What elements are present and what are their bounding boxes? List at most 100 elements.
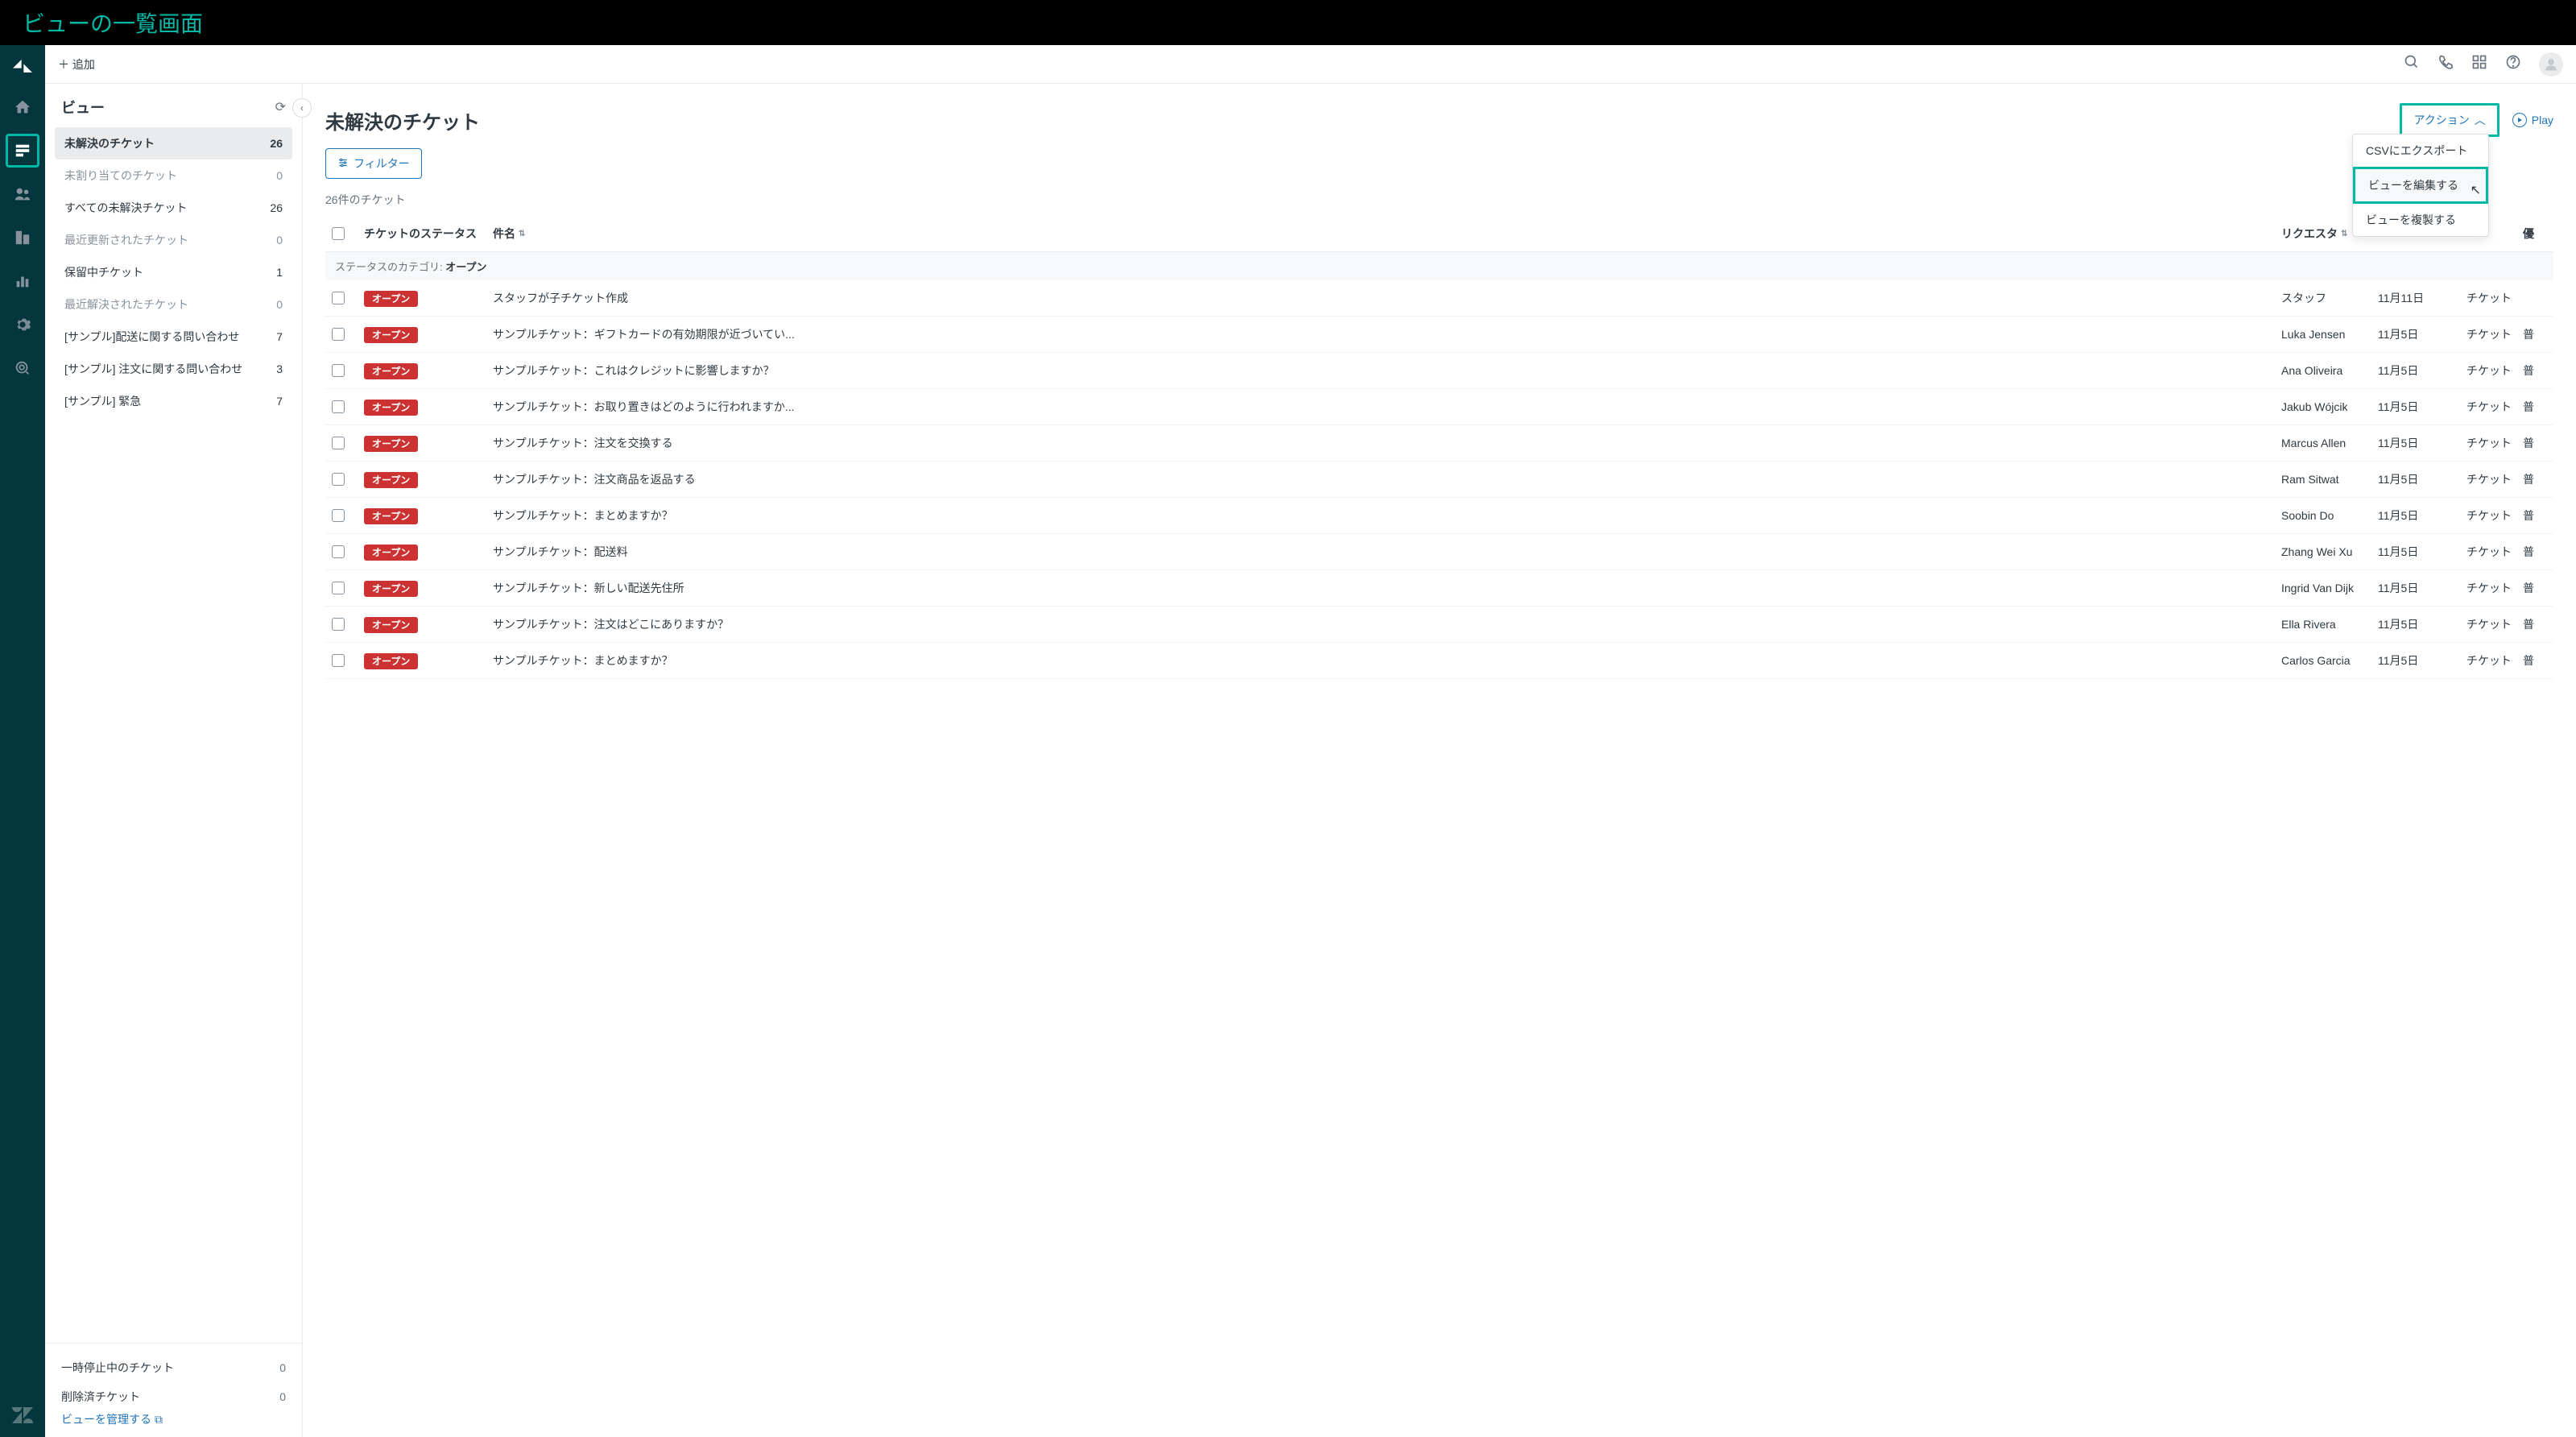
table-row[interactable]: オープンサンプルチケット：まとめますか？Soobin Do11月5日チケット普	[325, 498, 2553, 534]
tickets-actions: アクション ︿ Play CSVにエクスポート ビューを編集する ↖	[2400, 103, 2553, 137]
view-item-count: 1	[276, 266, 283, 279]
play-button[interactable]: Play	[2512, 113, 2553, 127]
th-checkbox[interactable]	[332, 227, 364, 240]
row-priority: 普	[2523, 580, 2547, 596]
phone-icon[interactable]	[2437, 54, 2454, 74]
sliders-icon	[337, 157, 349, 171]
action-button[interactable]: アクション ︿	[2400, 103, 2499, 137]
view-item-label: 未割り当てのチケット	[64, 168, 177, 184]
nav-customers[interactable]	[6, 177, 39, 211]
dropdown-clone[interactable]: ビューを複製する	[2353, 204, 2488, 236]
row-date: 11月5日	[2378, 507, 2466, 524]
table-body: オープンスタッフが子チケット作成スタッフ11月11日チケットオープンサンプルチケ…	[325, 280, 2553, 679]
row-checkbox[interactable]	[332, 400, 364, 413]
table-row[interactable]: オープンスタッフが子チケット作成スタッフ11月11日チケット	[325, 280, 2553, 317]
table-row[interactable]: オープンサンプルチケット：注文はどこにありますか？Ella Rivera11月5…	[325, 607, 2553, 643]
suspended-tickets[interactable]: 一時停止中のチケット 0	[61, 1353, 286, 1382]
row-checkbox[interactable]	[332, 437, 364, 449]
cursor-icon: ↖	[2471, 182, 2481, 198]
row-requester: Carlos Garcia	[2281, 654, 2378, 667]
row-requester: Zhang Wei Xu	[2281, 545, 2378, 558]
row-priority: 普	[2523, 544, 2547, 560]
row-subject: サンプルチケット：これはクレジットに影響しますか？	[493, 362, 2281, 379]
avatar[interactable]	[2539, 52, 2563, 77]
row-status: オープン	[364, 328, 493, 342]
deleted-count: 0	[279, 1390, 286, 1403]
row-checkbox[interactable]	[332, 582, 364, 594]
view-item[interactable]: 保留中チケット1	[55, 256, 292, 288]
th-subject[interactable]: 件名⇅	[493, 226, 2281, 242]
filter-button[interactable]: フィルター	[325, 148, 422, 179]
table-row[interactable]: オープンサンプルチケット：新しい配送先住所Ingrid Van Dijk11月5…	[325, 570, 2553, 607]
row-subject: スタッフが子チケット作成	[493, 290, 2281, 306]
row-checkbox[interactable]	[332, 328, 364, 341]
refresh-icon[interactable]: ⟳	[275, 99, 286, 115]
row-checkbox[interactable]	[332, 654, 364, 667]
search-icon[interactable]	[2404, 54, 2420, 74]
nav-organizations[interactable]	[6, 221, 39, 255]
chevron-up-icon: ︿	[2475, 112, 2486, 128]
view-item[interactable]: 最近解決されたチケット0	[55, 288, 292, 321]
row-subject: サンプルチケット：配送料	[493, 544, 2281, 560]
view-item-count: 0	[276, 234, 283, 246]
table-row[interactable]: オープンサンプルチケット：注文商品を返品するRam Sitwat11月5日チケッ…	[325, 462, 2553, 498]
view-item[interactable]: [サンプル]配送に関する問い合わせ7	[55, 321, 292, 353]
nav-reporting[interactable]	[6, 264, 39, 298]
row-priority: 普	[2523, 616, 2547, 632]
view-item[interactable]: 未割り当てのチケット0	[55, 159, 292, 192]
view-item-count: 3	[276, 362, 283, 375]
view-item-count: 7	[276, 395, 283, 408]
content: ‹ ビュー ⟳ 未解決のチケット26未割り当てのチケット0すべての未解決チケット…	[45, 84, 2576, 1437]
nav-search-admin[interactable]	[6, 351, 39, 385]
row-checkbox[interactable]	[332, 292, 364, 304]
row-subject: サンプルチケット：お取り置きはどのように行われますか...	[493, 399, 2281, 415]
row-checkbox[interactable]	[332, 473, 364, 486]
view-item[interactable]: [サンプル] 緊急7	[55, 385, 292, 417]
row-status: オープン	[364, 654, 493, 668]
row-checkbox[interactable]	[332, 364, 364, 377]
table-row[interactable]: オープンサンプルチケット：ギフトカードの有効期限が近づいてい...Luka Je…	[325, 317, 2553, 353]
view-item-label: 最近解決されたチケット	[64, 296, 188, 313]
deleted-tickets[interactable]: 削除済チケット 0	[61, 1382, 286, 1411]
manage-label: ビューを管理する	[61, 1411, 151, 1427]
table-row[interactable]: オープンサンプルチケット：お取り置きはどのように行われますか...Jakub W…	[325, 389, 2553, 425]
add-button[interactable]: ＋ 追加	[58, 56, 95, 72]
view-item[interactable]: 未解決のチケット26	[55, 127, 292, 159]
apps-icon[interactable]	[2471, 54, 2487, 74]
brand-logo[interactable]	[10, 53, 35, 79]
table-row[interactable]: オープンサンプルチケット：配送料Zhang Wei Xu11月5日チケット普	[325, 534, 2553, 570]
row-requester: Soobin Do	[2281, 509, 2378, 522]
th-status[interactable]: チケットのステータス	[364, 226, 493, 242]
row-checkbox[interactable]	[332, 618, 364, 631]
row-priority: 普	[2523, 435, 2547, 451]
dropdown-export[interactable]: CSVにエクスポート	[2353, 135, 2488, 167]
row-type: チケット	[2466, 471, 2523, 487]
row-requester: スタッフ	[2281, 290, 2378, 306]
row-priority: 普	[2523, 326, 2547, 342]
row-requester: Ram Sitwat	[2281, 473, 2378, 486]
manage-views-link[interactable]: ビューを管理する ⧉	[61, 1411, 286, 1427]
dropdown-edit-label: ビューを編集する	[2368, 179, 2458, 192]
row-checkbox[interactable]	[332, 509, 364, 522]
th-priority[interactable]: 優	[2523, 226, 2547, 242]
table-row[interactable]: オープンサンプルチケット：まとめますか？Carlos Garcia11月5日チケ…	[325, 643, 2553, 679]
nav-views[interactable]	[6, 134, 39, 168]
row-type: チケット	[2466, 290, 2523, 306]
nav-home[interactable]	[6, 90, 39, 124]
row-date: 11月5日	[2378, 652, 2466, 669]
collapse-button[interactable]: ‹	[292, 98, 312, 118]
nav-admin[interactable]	[6, 308, 39, 342]
view-footer: 一時停止中のチケット 0 削除済チケット 0 ビューを管理する ⧉	[45, 1343, 302, 1437]
view-item[interactable]: 最近更新されたチケット0	[55, 224, 292, 256]
app-frame: ＋ 追加 ‹ ビュー ⟳ 未解決のチケット26未割り当てのチケット0すべての未解…	[0, 45, 2576, 1437]
view-item[interactable]: すべての未解決チケット26	[55, 192, 292, 224]
view-item[interactable]: [サンプル] 注文に関する問い合わせ3	[55, 353, 292, 385]
help-icon[interactable]	[2505, 54, 2521, 74]
main: ＋ 追加 ‹ ビュー ⟳ 未解決のチケット26未割り当てのチケット0すべての未解…	[45, 45, 2576, 1437]
table-row[interactable]: オープンサンプルチケット：これはクレジットに影響しますか？Ana Oliveir…	[325, 353, 2553, 389]
row-checkbox[interactable]	[332, 545, 364, 558]
table-row[interactable]: オープンサンプルチケット：注文を交換するMarcus Allen11月5日チケッ…	[325, 425, 2553, 462]
row-type: チケット	[2466, 616, 2523, 632]
dropdown-edit[interactable]: ビューを編集する ↖	[2353, 167, 2488, 204]
view-item-label: すべての未解決チケット	[64, 200, 187, 216]
